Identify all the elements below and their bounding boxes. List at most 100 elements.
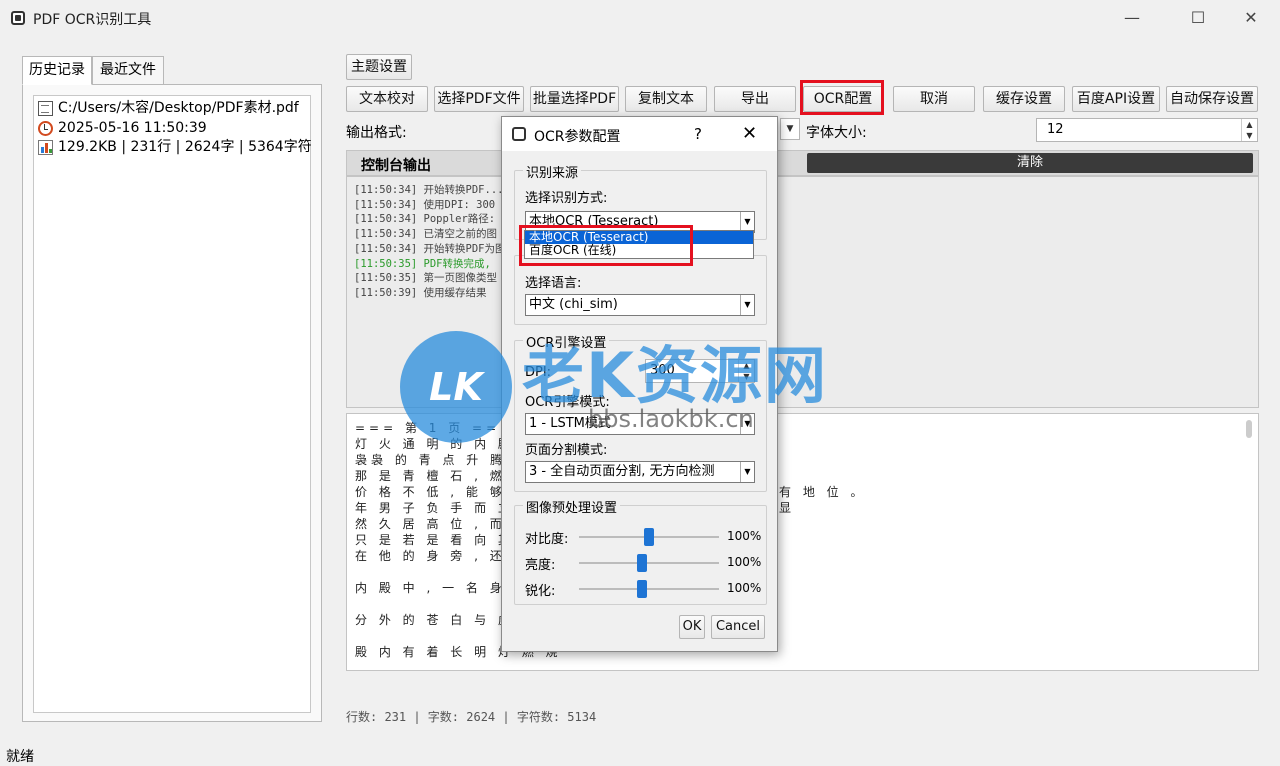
log-line: [11:50:39] 使用缓存结果: [354, 286, 487, 299]
group-title: 识别来源: [523, 162, 582, 181]
text-line: 在 他 的 身 旁 , 还 有 着: [355, 549, 554, 563]
text-line: [355, 596, 1250, 612]
text-line: 然 久 居 高 位 , 而 其 身: [355, 517, 554, 531]
tab-history[interactable]: 历史记录: [22, 56, 92, 85]
text-line: 内 殿 中 , 一 名 身 着 明: [355, 581, 554, 595]
window-title: PDF OCR识别工具: [33, 12, 152, 28]
method-label: 选择识别方式:: [525, 191, 608, 206]
bar-chart-icon: [38, 140, 53, 156]
ocr-config-dialog: OCR参数配置 ? ✕ 识别来源 选择识别方式: 本地OCR (Tesserac…: [501, 116, 778, 652]
maximize-button[interactable]: ☐: [1178, 4, 1218, 32]
slider-handle[interactable]: [637, 580, 647, 598]
status-text: 就绪: [6, 749, 34, 765]
group-title: OCR引擎设置: [523, 332, 610, 351]
minimize-button[interactable]: —: [1112, 4, 1152, 32]
text-line: 殿 内 有 着 长 明 灯 燃 烧: [355, 645, 562, 659]
log-line: [11:50:35] 第一页图像类型: [354, 272, 498, 285]
dialog-cancel-button[interactable]: Cancel: [711, 615, 765, 639]
log-line: [11:50:34] 使用DPI: 300: [354, 198, 496, 211]
list-item-file-path[interactable]: C:/Users/木容/Desktop/PDF素材.pdf: [38, 99, 306, 119]
ocr-config-button[interactable]: OCR配置: [803, 86, 883, 112]
font-size-spinbox[interactable]: 12 ▲ ▼: [1036, 118, 1258, 142]
cancel-button[interactable]: 取消: [893, 86, 975, 112]
batch-select-pdf-button[interactable]: 批量选择PDF: [530, 86, 619, 112]
tab-recent-files[interactable]: 最近文件: [92, 56, 164, 85]
title-bar: PDF OCR识别工具 — ☐ ✕: [0, 0, 1280, 36]
log-line: [11:50:34] 已清空之前的图: [354, 228, 498, 241]
dropdown-option-baidu-ocr[interactable]: 百度OCR (在线): [525, 244, 753, 257]
alarm-clock-icon: [38, 120, 53, 136]
document-icon: [38, 101, 53, 117]
text-line: 袅袅 的 青 点 升 腾 而 起: [355, 453, 554, 467]
output-format-select[interactable]: ▼: [780, 118, 800, 140]
select-pdf-button[interactable]: 选择PDF文件: [434, 86, 524, 112]
text-line: 年 男 子 负 手 而 立 , 他: [355, 501, 554, 515]
chevron-down-icon: ▼: [740, 414, 754, 434]
dialog-title-bar: OCR参数配置 ? ✕: [502, 117, 777, 151]
engine-group: OCR引擎设置 DPI: 300 ▲ ▼ OCR引擎模式: 1 - LSTM模式 …: [514, 332, 767, 492]
text-line: 只 是 若 是 看 向 其 右 臂: [355, 533, 562, 547]
slider-track[interactable]: [579, 588, 719, 590]
text-fragment: 显: [779, 501, 796, 515]
dialog-app-icon: [512, 127, 526, 141]
list-item-file-stats: 129.2KB | 231行 | 2624字 | 5364字符: [38, 138, 312, 158]
dpi-label: DPI:: [525, 365, 552, 380]
chevron-down-icon: ▼: [740, 462, 754, 482]
app-icon: [11, 11, 25, 25]
language-label: 选择语言:: [525, 276, 582, 291]
history-list[interactable]: C:/Users/木容/Desktop/PDF素材.pdf 2025-05-16…: [33, 95, 312, 713]
ocr-method-dropdown-list[interactable]: 本地OCR (Tesseract) 百度OCR (在线): [524, 230, 754, 259]
baidu-api-settings-button[interactable]: 百度API设置: [1072, 86, 1160, 112]
dialog-close-button[interactable]: ✕: [742, 123, 757, 144]
ok-button[interactable]: OK: [679, 615, 705, 639]
font-size-label: 字体大小:: [806, 125, 867, 141]
language-group: 选择语言: 中文 (chi_sim) ▼: [514, 255, 767, 325]
console-output[interactable]: [11:50:34] 开始转换PDF... [11:50:34] 使用DPI: …: [346, 176, 1259, 408]
text-proofread-button[interactable]: 文本校对: [346, 86, 428, 112]
slider-handle[interactable]: [644, 528, 654, 546]
slider-track[interactable]: [579, 562, 719, 564]
console-header: 控制台输出 清除: [346, 150, 1259, 176]
chevron-down-icon: ▼: [786, 124, 794, 134]
log-line: [11:50:34] 开始转换PDF为图: [354, 242, 506, 255]
slider-value: 100%: [727, 555, 762, 569]
text-line: [355, 660, 1250, 670]
document-stats: 行数: 231 | 字数: 2624 | 字符数: 5134: [346, 710, 597, 724]
help-button[interactable]: ?: [694, 125, 702, 143]
list-item-file-time: 2025-05-16 11:50:39: [38, 119, 306, 139]
slider-handle[interactable]: [637, 554, 647, 572]
ocr-text-output[interactable]: === 第 1 页 === 灯 火 通 明 的 内 殿 之 中袅袅 的 青 点 升…: [346, 413, 1259, 671]
cache-settings-button[interactable]: 缓存设置: [983, 86, 1065, 112]
page-seg-label: 页面分割模式:: [525, 443, 608, 458]
output-format-label: 输出格式:: [346, 125, 407, 141]
console-title: 控制台输出: [361, 158, 431, 174]
export-button[interactable]: 导出: [714, 86, 796, 112]
spin-arrows-icon[interactable]: ▲ ▼: [738, 360, 754, 382]
spin-arrows-icon[interactable]: ▲ ▼: [1241, 119, 1257, 141]
text-line: 灯 火 通 明 的 内 殿 之 中: [355, 437, 562, 451]
log-line: [11:50:34] Poppler路径:: [354, 213, 496, 226]
preprocess-group: 图像预处理设置 对比度: 100% 亮度: 100% 锐化: 100%: [514, 497, 767, 605]
text-line: 那 是 青 檀 石 , 燃 烧 起: [355, 469, 554, 483]
auto-save-settings-button[interactable]: 自动保存设置: [1166, 86, 1258, 112]
slider-label: 锐化:: [525, 584, 556, 599]
close-button[interactable]: ✕: [1231, 4, 1271, 32]
dpi-spinbox[interactable]: 300 ▲ ▼: [645, 359, 755, 383]
clear-console-button[interactable]: 清除: [807, 153, 1253, 173]
slider-label: 亮度:: [525, 558, 556, 573]
slider-label: 对比度:: [525, 532, 569, 547]
text-line: 分 外 的 苍 白 与 虚 弱 。: [355, 613, 562, 627]
language-select[interactable]: 中文 (chi_sim) ▼: [525, 294, 755, 316]
scrollbar-thumb[interactable]: [1246, 420, 1252, 438]
text-line: [355, 628, 1250, 644]
text-line: [355, 564, 1250, 580]
chevron-down-icon: ▼: [740, 295, 754, 315]
text-line: === 第 1 页 ===: [355, 421, 515, 435]
slider-value: 100%: [727, 529, 762, 543]
theme-settings-button[interactable]: 主题设置: [346, 54, 412, 80]
copy-text-button[interactable]: 复制文本: [625, 86, 707, 112]
history-pane: C:/Users/木容/Desktop/PDF素材.pdf 2025-05-16…: [22, 84, 322, 722]
engine-mode-select[interactable]: 1 - LSTM模式 ▼: [525, 413, 755, 435]
page-seg-select[interactable]: 3 - 全自动页面分割, 无方向检测 ▼: [525, 461, 755, 483]
slider-value: 100%: [727, 581, 762, 595]
